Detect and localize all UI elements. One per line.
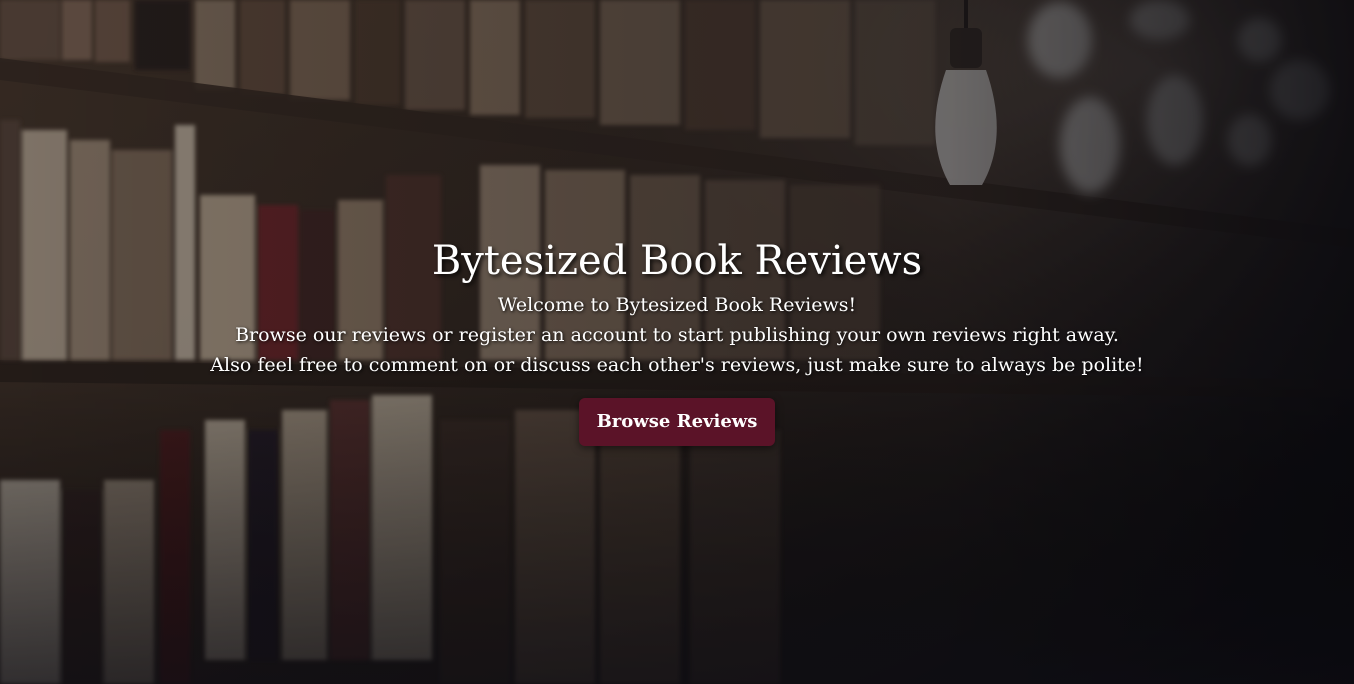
browse-reviews-button[interactable]: Browse Reviews bbox=[578, 398, 776, 446]
welcome-line-2: Browse our reviews or register an accoun… bbox=[235, 324, 1119, 346]
welcome-text: Welcome to Bytesized Book Reviews! Brows… bbox=[0, 290, 1354, 380]
page-title: Bytesized Book Reviews bbox=[431, 238, 923, 284]
welcome-line-1: Welcome to Bytesized Book Reviews! bbox=[497, 294, 857, 316]
hero-section: Bytesized Book Reviews Welcome to Bytesi… bbox=[0, 0, 1354, 684]
welcome-line-3: Also feel free to comment on or discuss … bbox=[210, 354, 1144, 376]
hero-content: Bytesized Book Reviews Welcome to Bytesi… bbox=[0, 232, 1354, 446]
